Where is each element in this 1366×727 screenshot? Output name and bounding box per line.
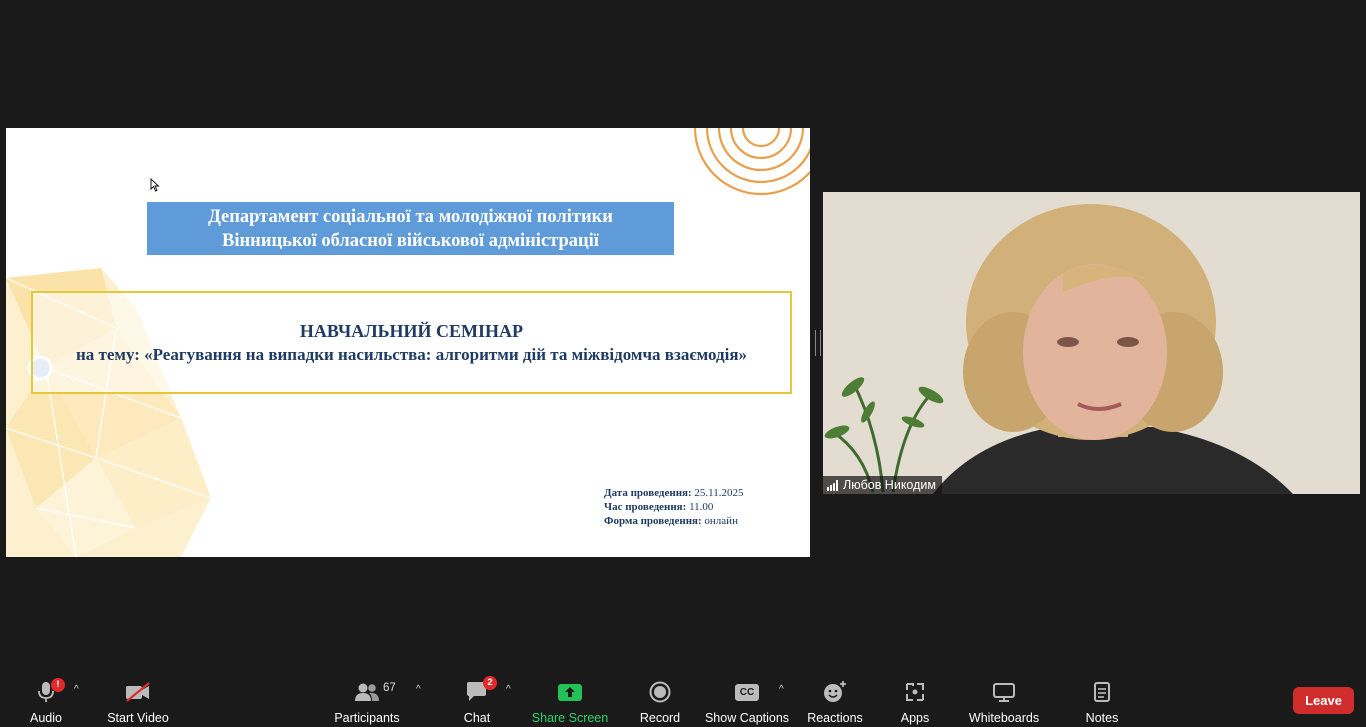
reactions-button[interactable]: Reactions [807, 672, 863, 727]
chat-button[interactable]: 2 Chat [460, 672, 497, 727]
participant-name: Любов Никодим [843, 478, 936, 492]
leave-button[interactable]: Leave [1293, 687, 1354, 714]
captions-options-caret-icon[interactable]: ^ [779, 684, 784, 695]
captions-icon-text: CC [735, 683, 759, 701]
apps-icon [901, 678, 929, 706]
detail-format-label: Форма проведення: [604, 515, 702, 527]
detail-time: Час проведення: 11.00 [604, 500, 744, 514]
microphone-icon: ! [32, 678, 65, 706]
record-label: Record [639, 711, 681, 725]
record-button[interactable]: Record [638, 672, 682, 727]
show-captions-label: Show Captions [704, 711, 790, 725]
participants-label: Participants [334, 711, 400, 725]
chat-unread-badge: 2 [483, 676, 497, 690]
seminar-topic: на тему: «Реагування на випадки насильст… [75, 344, 748, 364]
show-captions-button[interactable]: CC Show Captions [704, 672, 790, 727]
reactions-label: Reactions [807, 711, 863, 725]
detail-time-value: 11.00 [689, 501, 714, 513]
audio-button[interactable]: ! Audio [26, 672, 66, 727]
notes-label: Notes [1085, 711, 1119, 725]
participants-icon [353, 678, 381, 706]
seminar-box: НАВЧАЛЬНИЙ СЕМІНАР на тему: «Реагування … [31, 291, 792, 394]
detail-date-value: 25.11.2025 [694, 487, 744, 499]
detail-format-value: онлайн [704, 515, 738, 527]
participants-button[interactable]: Participants [333, 672, 401, 727]
start-video-label: Start Video [107, 711, 169, 725]
notes-icon [1088, 678, 1116, 706]
participant-video-tile[interactable]: Любов Никодим [823, 192, 1360, 494]
seminar-title: НАВЧАЛЬНИЙ СЕМІНАР [299, 320, 524, 341]
apps-button[interactable]: Apps [898, 672, 932, 727]
signal-strength-icon [827, 479, 838, 491]
participants-count: 67 [383, 682, 396, 694]
detail-time-label: Час проведення: [604, 501, 687, 513]
department-line-1: Департамент соціальної та молодіжної пол… [208, 206, 613, 227]
detail-date: Дата проведення: 25.11.2025 [604, 486, 744, 500]
participants-options-caret-icon[interactable]: ^ [416, 684, 421, 695]
captions-icon: CC [733, 678, 761, 706]
record-icon [646, 678, 674, 706]
video-off-icon [124, 678, 152, 706]
whiteboard-icon [990, 678, 1018, 706]
audio-label: Audio [30, 711, 62, 725]
event-details: Дата проведення: 25.11.2025 Час проведен… [604, 486, 744, 528]
participant-video-image [823, 192, 1360, 494]
share-screen-icon [556, 678, 584, 706]
start-video-button[interactable]: Start Video [106, 672, 170, 727]
notes-button[interactable]: Notes [1083, 672, 1121, 727]
chat-bubble-icon: 2 [463, 676, 497, 706]
panel-resize-handle[interactable] [815, 330, 821, 356]
meeting-toolbar: ! Audio ^ Start Video Participants 67 ^ [0, 672, 1366, 727]
department-line-2: Вінницької обласної військової адміністр… [222, 230, 599, 251]
participant-name-tag: Любов Никодим [823, 476, 942, 494]
detail-date-label: Дата проведення: [604, 487, 692, 499]
mouse-cursor-icon [150, 178, 160, 192]
apps-label: Apps [900, 711, 930, 725]
whiteboards-label: Whiteboards [968, 711, 1040, 725]
chat-label: Chat [463, 711, 491, 725]
whiteboards-button[interactable]: Whiteboards [968, 672, 1040, 727]
reactions-icon [821, 678, 849, 706]
shared-screen-slide: Департамент соціальної та молодіжної пол… [6, 128, 810, 557]
share-screen-label: Share Screen [531, 711, 609, 725]
share-screen-button[interactable]: Share Screen [531, 672, 609, 727]
audio-options-caret-icon[interactable]: ^ [74, 684, 79, 695]
department-banner: Департамент соціальної та молодіжної пол… [147, 202, 674, 255]
detail-format: Форма проведення: онлайн [604, 514, 744, 528]
audio-warning-badge: ! [51, 678, 65, 692]
chat-options-caret-icon[interactable]: ^ [506, 684, 511, 695]
